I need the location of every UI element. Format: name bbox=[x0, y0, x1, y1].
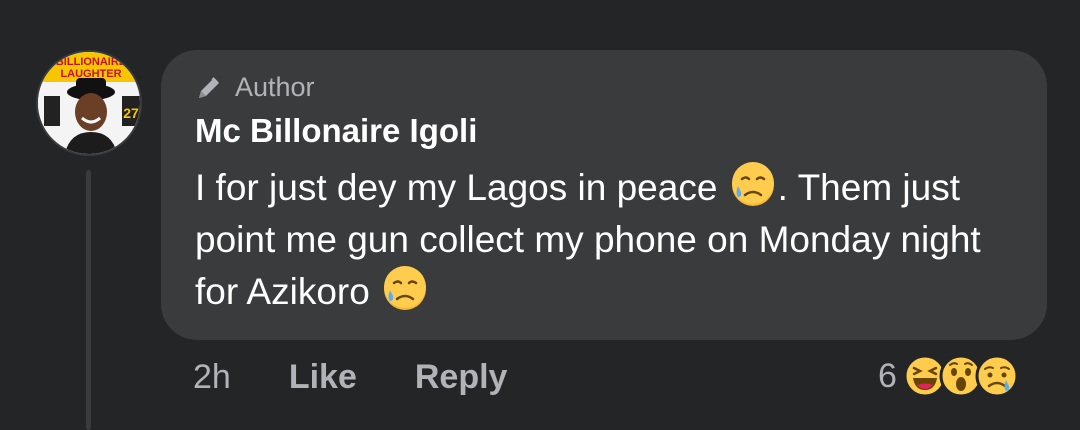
author-badge: Author bbox=[195, 72, 315, 103]
reply-button[interactable]: Reply bbox=[415, 358, 508, 397]
author-badge-label: Author bbox=[235, 72, 315, 102]
reactions-summary[interactable]: 6 bbox=[878, 354, 1019, 398]
comment-thread: BILLIONAIRE LAUGHTER 27 Author Mc Billon… bbox=[0, 0, 1080, 430]
comment-bubble[interactable]: Author Mc Billonaire Igoli I for just de… bbox=[161, 50, 1047, 340]
comment-actions: 2h Like Reply bbox=[193, 358, 507, 397]
comment-text-part-1: I for just dey my Lagos in peace bbox=[195, 167, 718, 208]
thread-line bbox=[86, 170, 91, 430]
pencil-icon bbox=[199, 76, 219, 98]
reaction-count: 6 bbox=[878, 356, 897, 395]
like-button[interactable]: Like bbox=[289, 358, 357, 397]
poster-line-1: BILLIONAIRE bbox=[56, 56, 126, 68]
comment-text: I for just dey my Lagos in peace . Them … bbox=[195, 162, 1025, 318]
sad-relieved-emoji-icon bbox=[731, 162, 774, 206]
avatar-image: BILLIONAIRE LAUGHTER 27 bbox=[38, 52, 140, 154]
sad-reaction-icon bbox=[975, 354, 1019, 398]
avatar[interactable]: BILLIONAIRE LAUGHTER 27 bbox=[36, 50, 142, 156]
sad-relieved-emoji-icon bbox=[384, 266, 427, 310]
author-name[interactable]: Mc Billonaire Igoli bbox=[195, 112, 477, 150]
timestamp[interactable]: 2h bbox=[193, 358, 231, 397]
poster-date: 27 bbox=[123, 105, 139, 121]
